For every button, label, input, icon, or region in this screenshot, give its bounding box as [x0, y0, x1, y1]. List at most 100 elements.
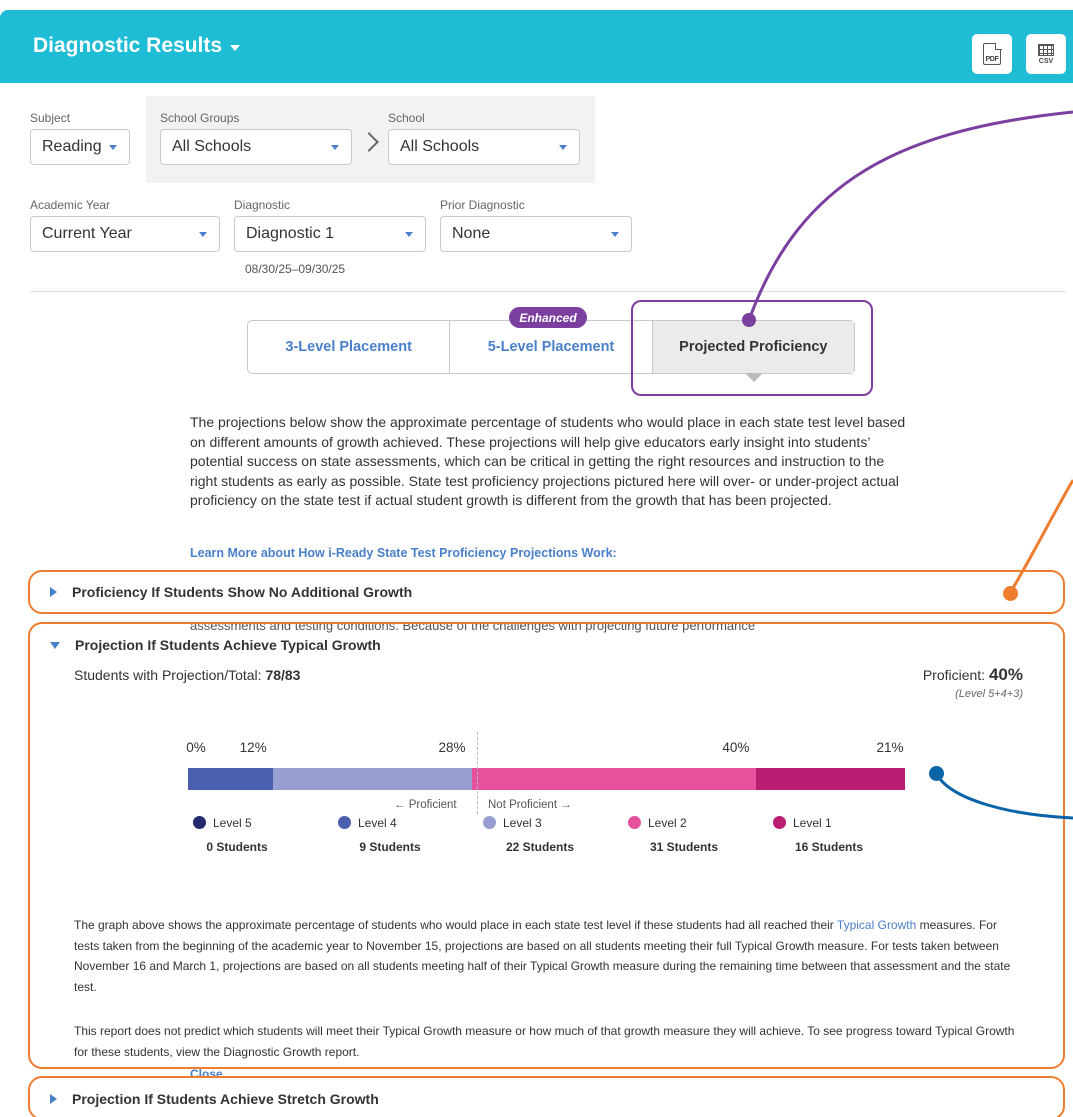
prior-diagnostic-value: None	[452, 225, 491, 242]
caret-down-icon	[50, 641, 60, 649]
chevron-down-icon	[611, 232, 619, 237]
legend-item: Level 1	[773, 816, 832, 830]
percent-label: 28%	[438, 740, 466, 755]
legend-swatch-icon	[338, 816, 351, 829]
typical-growth-link[interactable]: Typical Growth	[837, 918, 916, 932]
legend-label: Level 5	[213, 816, 252, 830]
chevron-down-icon	[331, 145, 339, 150]
proficient-summary: Proficient: 40%	[923, 665, 1023, 685]
academic-year-label: Academic Year	[30, 198, 111, 212]
caret-right-icon	[50, 1094, 57, 1104]
legend-item: Level 2	[628, 816, 687, 830]
school-groups-select[interactable]: All Schools	[160, 129, 352, 165]
section-title: Projection If Students Achieve Stretch G…	[72, 1091, 379, 1107]
blue-annotation-dot	[929, 766, 944, 781]
legend-swatch-icon	[483, 816, 496, 829]
section-header[interactable]: Projection If Students Achieve Stretch G…	[50, 1091, 379, 1107]
proficient-arrow-label: ← Proficient	[394, 799, 457, 811]
percent-label: 12%	[239, 740, 267, 755]
orange-annotation-dot	[1003, 586, 1018, 601]
typical-growth-explanation: The graph above shows the approximate pe…	[74, 915, 1024, 997]
legend-label: Level 3	[503, 816, 542, 830]
not-proficient-arrow-label: Not Proficient →	[488, 799, 572, 811]
prediction-disclaimer: This report does not predict which stude…	[74, 1024, 1015, 1059]
school-label: School	[388, 111, 425, 125]
diagnostic-date-range: 08/30/25–09/30/25	[245, 262, 346, 276]
bar-segment-level-4[interactable]	[188, 768, 274, 790]
legend-student-count: 22 Students	[505, 840, 575, 854]
proficient-value: 40%	[988, 665, 1023, 684]
section-header[interactable]: Projection If Students Achieve Typical G…	[50, 637, 381, 653]
tab-3-level-placement[interactable]: 3-Level Placement	[248, 321, 451, 373]
pdf-icon: PDF	[983, 42, 1002, 65]
section-title: Projection If Students Achieve Typical G…	[75, 637, 381, 653]
diagnostic-select[interactable]: Diagnostic 1	[234, 216, 426, 252]
csv-icon: CSV	[1038, 43, 1054, 65]
explanation-text: The graph above shows the approximate pe…	[74, 918, 837, 932]
prior-diagnostic-select[interactable]: None	[440, 216, 632, 252]
export-pdf-button[interactable]: PDF	[972, 34, 1012, 74]
chevron-down-icon	[109, 145, 117, 150]
chevron-down-icon[interactable]	[230, 44, 241, 51]
legend-student-count: 16 Students	[794, 840, 864, 854]
bar-segment-level-1[interactable]	[755, 768, 905, 790]
school-select[interactable]: All Schools	[388, 129, 580, 165]
table-grid-icon	[1038, 43, 1054, 56]
diagnostic-label: Diagnostic	[234, 198, 291, 212]
legend-item: Level 3	[483, 816, 542, 830]
legend-student-count: 0 Students	[206, 840, 268, 854]
csv-icon-label: CSV	[1038, 57, 1054, 65]
header-bar: Diagnostic Results PDF CSV	[0, 10, 1073, 83]
percent-label: 40%	[722, 740, 750, 755]
legend-label: Level 1	[793, 816, 832, 830]
school-groups-value: All Schools	[172, 138, 252, 155]
legend-label: Level 2	[648, 816, 687, 830]
legend-item: Level 5	[193, 816, 252, 830]
legend-swatch-icon	[628, 816, 641, 829]
legend-item: Level 4	[338, 816, 397, 830]
intro-paragraph: The projections below show the approxima…	[190, 414, 906, 508]
subject-label: Subject	[30, 111, 71, 125]
section-no-additional-growth[interactable]: Proficiency If Students Show No Addition…	[28, 570, 1065, 614]
purple-annotation-dot	[742, 313, 756, 327]
tab-5-level-placement[interactable]: 5-Level Placement	[450, 321, 653, 373]
legend-student-count: 9 Students	[359, 840, 421, 854]
purple-connector	[747, 110, 1073, 321]
bar-segment-level-2[interactable]	[471, 768, 756, 790]
pdf-icon-label: PDF	[985, 56, 999, 63]
subject-select[interactable]: Reading	[30, 129, 130, 165]
proficient-label: Proficient:	[922, 667, 989, 683]
section-stretch-growth[interactable]: Projection If Students Achieve Stretch G…	[28, 1076, 1065, 1117]
page-title[interactable]: Diagnostic Results	[33, 34, 241, 58]
students-with-projection: Students with Projection/Total: 78/83	[74, 667, 300, 683]
chevron-down-icon	[405, 232, 413, 237]
bar-segment-level-3[interactable]	[273, 768, 472, 790]
subject-value: Reading	[42, 138, 102, 155]
legend-swatch-icon	[773, 816, 786, 829]
proficiency-divider-line	[477, 732, 478, 814]
proficient-note: (Level 5+4+3)	[955, 688, 1023, 700]
legend-student-count: 31 Students	[649, 840, 719, 854]
legend-label: Level 4	[358, 816, 397, 830]
students-value: 78/83	[265, 667, 301, 683]
section-title: Proficiency If Students Show No Addition…	[72, 584, 413, 600]
learn-more-link[interactable]: Learn More about How i-Ready State Test …	[190, 546, 617, 560]
diagnostic-results-card: Diagnostic Results PDF CSV Subject Readi…	[0, 0, 1073, 1117]
chevron-down-icon	[559, 145, 567, 150]
caret-right-icon	[50, 587, 57, 597]
prior-diagnostic-label: Prior Diagnostic	[440, 198, 525, 212]
percent-label: 0%	[186, 740, 206, 755]
divider	[30, 291, 1066, 292]
academic-year-value: Current Year	[42, 225, 132, 242]
diagnostic-value: Diagnostic 1	[246, 225, 335, 242]
section-header[interactable]: Proficiency If Students Show No Addition…	[50, 584, 412, 600]
legend-swatch-icon	[193, 816, 206, 829]
percent-label: 21%	[876, 740, 904, 755]
academic-year-select[interactable]: Current Year	[30, 216, 220, 252]
page-title-text: Diagnostic Results	[33, 34, 223, 57]
school-value: All Schools	[400, 138, 480, 155]
enhanced-badge: Enhanced	[509, 307, 587, 328]
chevron-down-icon	[199, 232, 207, 237]
export-csv-button[interactable]: CSV	[1026, 34, 1066, 74]
school-groups-label: School Groups	[160, 111, 240, 125]
